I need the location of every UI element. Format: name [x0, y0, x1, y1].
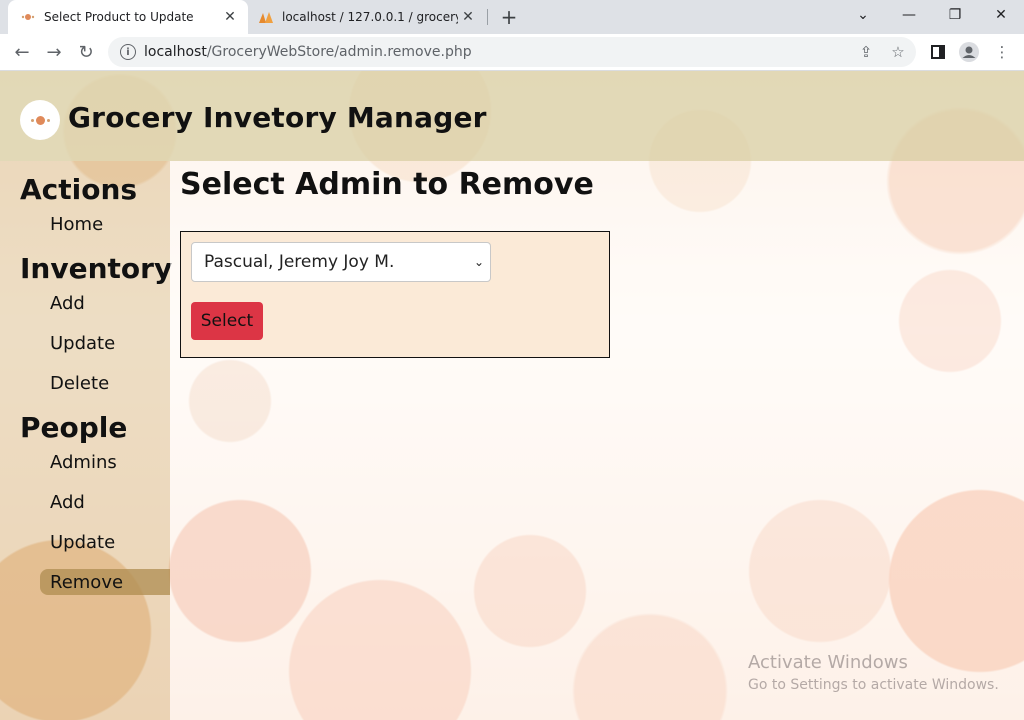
- address-bar[interactable]: i localhost/GroceryWebStore/admin.remove…: [108, 37, 916, 67]
- close-window-icon[interactable]: ✕: [978, 0, 1024, 30]
- sidebar-item-home[interactable]: Home: [40, 211, 170, 237]
- select-button[interactable]: Select: [191, 302, 263, 340]
- site-title: Grocery Invetory Manager: [68, 101, 487, 134]
- site-header: Grocery Invetory Manager: [0, 71, 1024, 161]
- sidebar-item-inventory-update[interactable]: Update: [40, 330, 170, 356]
- sidebar: Actions Home Inventory Add Update Delete…: [0, 161, 173, 720]
- sidebar-item-inventory-delete[interactable]: Delete: [40, 370, 170, 396]
- share-icon[interactable]: ⇪: [854, 40, 878, 64]
- minimize-icon[interactable]: —: [886, 0, 932, 30]
- sidebar-item-inventory-add[interactable]: Add: [40, 290, 170, 316]
- chevron-down-icon: ⌄: [473, 255, 484, 269]
- reload-icon[interactable]: ↻: [72, 38, 100, 66]
- sidebar-item-admins[interactable]: Admins: [40, 449, 170, 475]
- sidebar-item-people-update[interactable]: Update: [40, 529, 170, 555]
- sidebar-section-inventory: Inventory: [20, 252, 173, 285]
- close-tab-icon[interactable]: ✕: [220, 7, 240, 27]
- menu-kebab-icon[interactable]: ⋮: [990, 40, 1014, 64]
- site-logo: [20, 100, 60, 140]
- page-title: Select Admin to Remove: [180, 167, 594, 202]
- side-panel-icon[interactable]: [926, 40, 950, 64]
- page-background: Grocery Invetory Manager Actions Home In…: [0, 71, 1024, 720]
- site-favicon-icon: [20, 9, 36, 25]
- tab-inactive[interactable]: localhost / 127.0.0.1 / grocerydb ✕: [252, 0, 486, 34]
- forward-icon[interactable]: →: [40, 38, 68, 66]
- profile-avatar-icon[interactable]: [957, 40, 981, 64]
- admin-select-form: Pascual, Jeremy Joy M. ⌄ Select: [180, 231, 610, 358]
- admin-select-value: Pascual, Jeremy Joy M.: [204, 252, 395, 272]
- sidebar-section-actions: Actions: [20, 173, 138, 206]
- phpmyadmin-favicon-icon: [258, 9, 274, 25]
- bookmark-star-icon[interactable]: ☆: [886, 40, 910, 64]
- tab-active[interactable]: Select Product to Update ✕: [8, 0, 248, 34]
- url-host: localhost: [144, 44, 207, 60]
- sidebar-item-people-add[interactable]: Add: [40, 489, 170, 515]
- url-path: /GroceryWebStore/admin.remove.php: [206, 44, 472, 60]
- tab-title: Select Product to Update: [44, 10, 194, 24]
- tab-search-icon[interactable]: ⌄: [840, 0, 886, 30]
- site-info-icon[interactable]: i: [120, 44, 136, 60]
- tab-divider: [487, 9, 488, 25]
- close-tab-icon[interactable]: ✕: [458, 7, 478, 27]
- windows-activation-subtitle: Go to Settings to activate Windows.: [748, 677, 999, 693]
- new-tab-icon[interactable]: +: [498, 5, 520, 29]
- back-icon[interactable]: ←: [8, 38, 36, 66]
- tab-title: localhost / 127.0.0.1 / grocerydb: [282, 10, 458, 24]
- browser-tab-strip: Select Product to Update ✕ localhost / 1…: [0, 0, 1024, 34]
- restore-icon[interactable]: ❐: [932, 0, 978, 30]
- admin-select-dropdown[interactable]: Pascual, Jeremy Joy M. ⌄: [191, 242, 491, 282]
- windows-activation-title: Activate Windows: [748, 652, 908, 673]
- browser-toolbar: ← → ↻ i localhost/GroceryWebStore/admin.…: [0, 34, 1024, 71]
- main-content: Select Admin to Remove Pascual, Jeremy J…: [170, 161, 1024, 720]
- sidebar-section-people: People: [20, 411, 128, 444]
- sidebar-item-people-remove[interactable]: Remove: [40, 569, 170, 595]
